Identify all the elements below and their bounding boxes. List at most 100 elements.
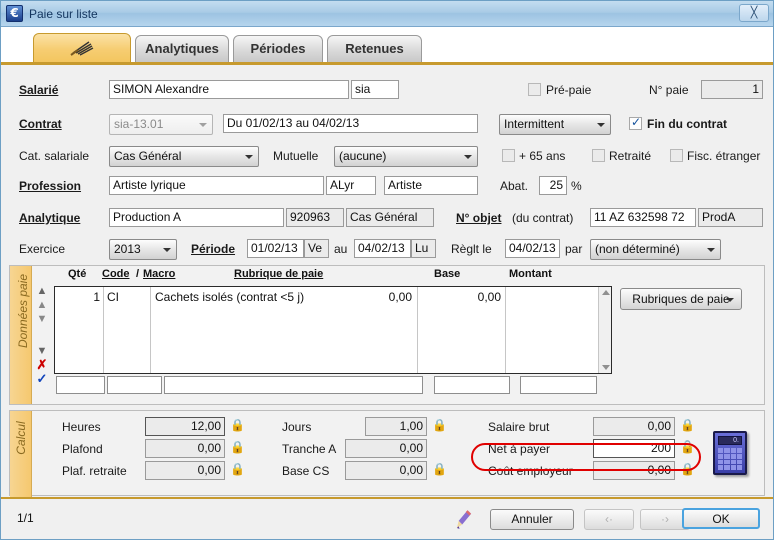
periode-fin-day: Lu <box>411 239 436 258</box>
ok-button[interactable]: OK <box>682 508 760 529</box>
reglt-input[interactable]: 04/02/13 <box>505 239 560 258</box>
heures-input[interactable]: 12,00 <box>145 417 225 436</box>
tab-general[interactable] <box>33 33 131 63</box>
entry-code-input[interactable] <box>107 376 162 394</box>
col-code: Code <box>102 268 130 280</box>
fin-contrat-checkbox[interactable] <box>629 115 642 130</box>
cancel-button[interactable]: Annuler <box>490 509 574 530</box>
abat-label: Abat. <box>500 179 529 193</box>
lock-closed-icon[interactable]: 🔒 <box>680 463 695 476</box>
reglt-label: Règlt le <box>451 242 492 256</box>
plafond-input[interactable]: 0,00 <box>145 439 225 458</box>
arrow-down-small-icon[interactable]: ▼ <box>34 312 50 326</box>
cat-salariale-select[interactable]: Cas Général <box>109 146 259 167</box>
fisc-etranger-label: Fisc. étranger <box>687 149 761 163</box>
analytique-code-input[interactable]: 920963 <box>286 208 344 227</box>
rubriques-de-paie-label: Rubriques de paie <box>632 292 730 306</box>
type-contrat-value: Intermittent <box>504 117 565 131</box>
rubriques-de-paie-button[interactable]: Rubriques de paie <box>620 288 742 310</box>
entry-montant-input[interactable] <box>520 376 597 394</box>
periode-fin-input[interactable]: 04/02/13 <box>354 239 411 258</box>
mutuelle-label: Mutuelle <box>273 149 319 163</box>
close-button[interactable]: ╳ <box>739 4 769 22</box>
base-cs-input[interactable]: 0,00 <box>345 461 427 480</box>
salarie-input[interactable]: SIMON Alexandre <box>109 80 349 99</box>
scroll-up-icon[interactable] <box>602 290 610 295</box>
contrat-periode-input[interactable]: Du 01/02/13 au 04/02/13 <box>223 114 478 133</box>
plus65-checkbox[interactable] <box>502 149 515 162</box>
profession-code-input[interactable]: ALyr <box>326 176 376 195</box>
retraite-checkbox[interactable] <box>592 149 605 162</box>
net-a-payer-input[interactable]: 200 <box>593 439 675 458</box>
profession-type-input[interactable]: Artiste <box>384 176 478 195</box>
reglt-mode-select[interactable]: (non déterminé) <box>590 239 721 260</box>
lock-closed-icon[interactable]: 🔒 <box>680 419 695 432</box>
mutuelle-select[interactable]: (aucune) <box>334 146 478 167</box>
lock-closed-icon[interactable]: 🔒 <box>230 463 245 476</box>
cell-montant: 0,00 <box>477 290 501 304</box>
tab-analytiques[interactable]: Analytiques <box>135 35 229 63</box>
salaire-brut-label: Salaire brut <box>488 420 550 434</box>
mutuelle-value: (aucune) <box>339 149 387 163</box>
tab-strip: Analytiques Périodes Retenues <box>1 27 773 65</box>
arrow-up-icon[interactable]: ▲ <box>34 298 50 312</box>
lock-closed-icon[interactable]: 🔒 <box>230 419 245 432</box>
chevron-down-icon <box>726 298 734 302</box>
calcul-panel: Calcul Heures 12,00 🔒 Plafond 0,00 🔒 Pla… <box>9 410 765 539</box>
grid-scrollbar[interactable] <box>598 287 611 373</box>
entry-base-input[interactable] <box>434 376 510 394</box>
entry-rubrique-input[interactable] <box>164 376 423 394</box>
contrat-select[interactable]: sia-13.01 <box>109 114 213 135</box>
periode-debut-input[interactable]: 01/02/13 <box>247 239 304 258</box>
plafond-label: Plafond <box>62 442 103 456</box>
tranche-a-input[interactable]: 0,00 <box>345 439 427 458</box>
cout-employeur-input[interactable]: 0,00 <box>593 461 675 480</box>
validate-row-icon[interactable]: ✓ <box>34 372 50 386</box>
fisc-etranger-checkbox[interactable] <box>670 149 683 162</box>
tab-retenues[interactable]: Retenues <box>327 35 422 63</box>
chevron-down-icon <box>245 154 253 159</box>
exercice-select[interactable]: 2013 <box>109 239 177 260</box>
arrow-down-last-icon[interactable]: ▼ <box>34 344 50 358</box>
delete-row-icon[interactable]: ✗ <box>34 358 50 372</box>
lock-closed-icon[interactable]: 🔒 <box>230 441 245 454</box>
form-area: Salarié SIMON Alexandre sia Pré-paie N° … <box>1 65 773 263</box>
fin-contrat-label: Fin du contrat <box>647 117 727 131</box>
cell-code: CI <box>107 290 119 304</box>
arrow-up-first-icon[interactable]: ▲ <box>34 284 50 298</box>
pencil-icon[interactable] <box>456 509 472 531</box>
reglt-par-label: par <box>565 242 583 256</box>
lock-closed-icon[interactable]: 🔒 <box>432 419 447 432</box>
page-indicator: 1/1 <box>17 511 34 525</box>
lock-open-icon[interactable]: 🔓 <box>680 441 695 454</box>
tab-periodes[interactable]: Périodes <box>233 35 323 63</box>
prev-button[interactable]: ‹· <box>584 509 634 530</box>
paie-grid[interactable]: 1 CI Cachets isolés (contrat <5 j) 0,00 … <box>54 286 612 374</box>
no-objet-label: N° objet <box>456 211 502 225</box>
lock-closed-icon[interactable]: 🔒 <box>432 463 447 476</box>
chevron-down-icon <box>707 247 715 252</box>
abat-input[interactable]: 25 <box>539 176 567 195</box>
no-objet-code-input[interactable]: ProdA <box>698 208 763 227</box>
no-objet-input[interactable]: 11 AZ 632598 72 <box>590 208 696 227</box>
no-paie-label: N° paie <box>649 83 689 97</box>
prepaie-checkbox[interactable] <box>528 83 541 96</box>
salarie-code-input[interactable]: sia <box>351 80 399 99</box>
calcul-strip-label: Calcul <box>14 421 28 455</box>
col-base: Base <box>434 268 461 280</box>
donnees-paie-panel: Données paie ▲ ▲ ▼ ▼ ✗ ✓ Qté Code / Macr… <box>9 265 765 405</box>
calculator-icon[interactable]: 0. <box>713 431 747 475</box>
analytique-input[interactable]: Production A <box>109 208 284 227</box>
analytique-cat-input[interactable]: Cas Général <box>346 208 434 227</box>
grid-divider-4 <box>505 287 506 373</box>
salaire-brut-input[interactable]: 0,00 <box>593 417 675 436</box>
type-contrat-select[interactable]: Intermittent <box>499 114 611 135</box>
profession-input[interactable]: Artiste lyrique <box>109 176 324 195</box>
entry-qte-input[interactable] <box>56 376 105 394</box>
cat-salariale-value: Cas Général <box>114 149 182 163</box>
scroll-down-icon[interactable] <box>602 365 610 370</box>
no-paie-input[interactable]: 1 <box>701 80 763 99</box>
window-title: Paie sur liste <box>29 6 98 21</box>
plaf-retraite-input[interactable]: 0,00 <box>145 461 225 480</box>
jours-input[interactable]: 1,00 <box>365 417 427 436</box>
